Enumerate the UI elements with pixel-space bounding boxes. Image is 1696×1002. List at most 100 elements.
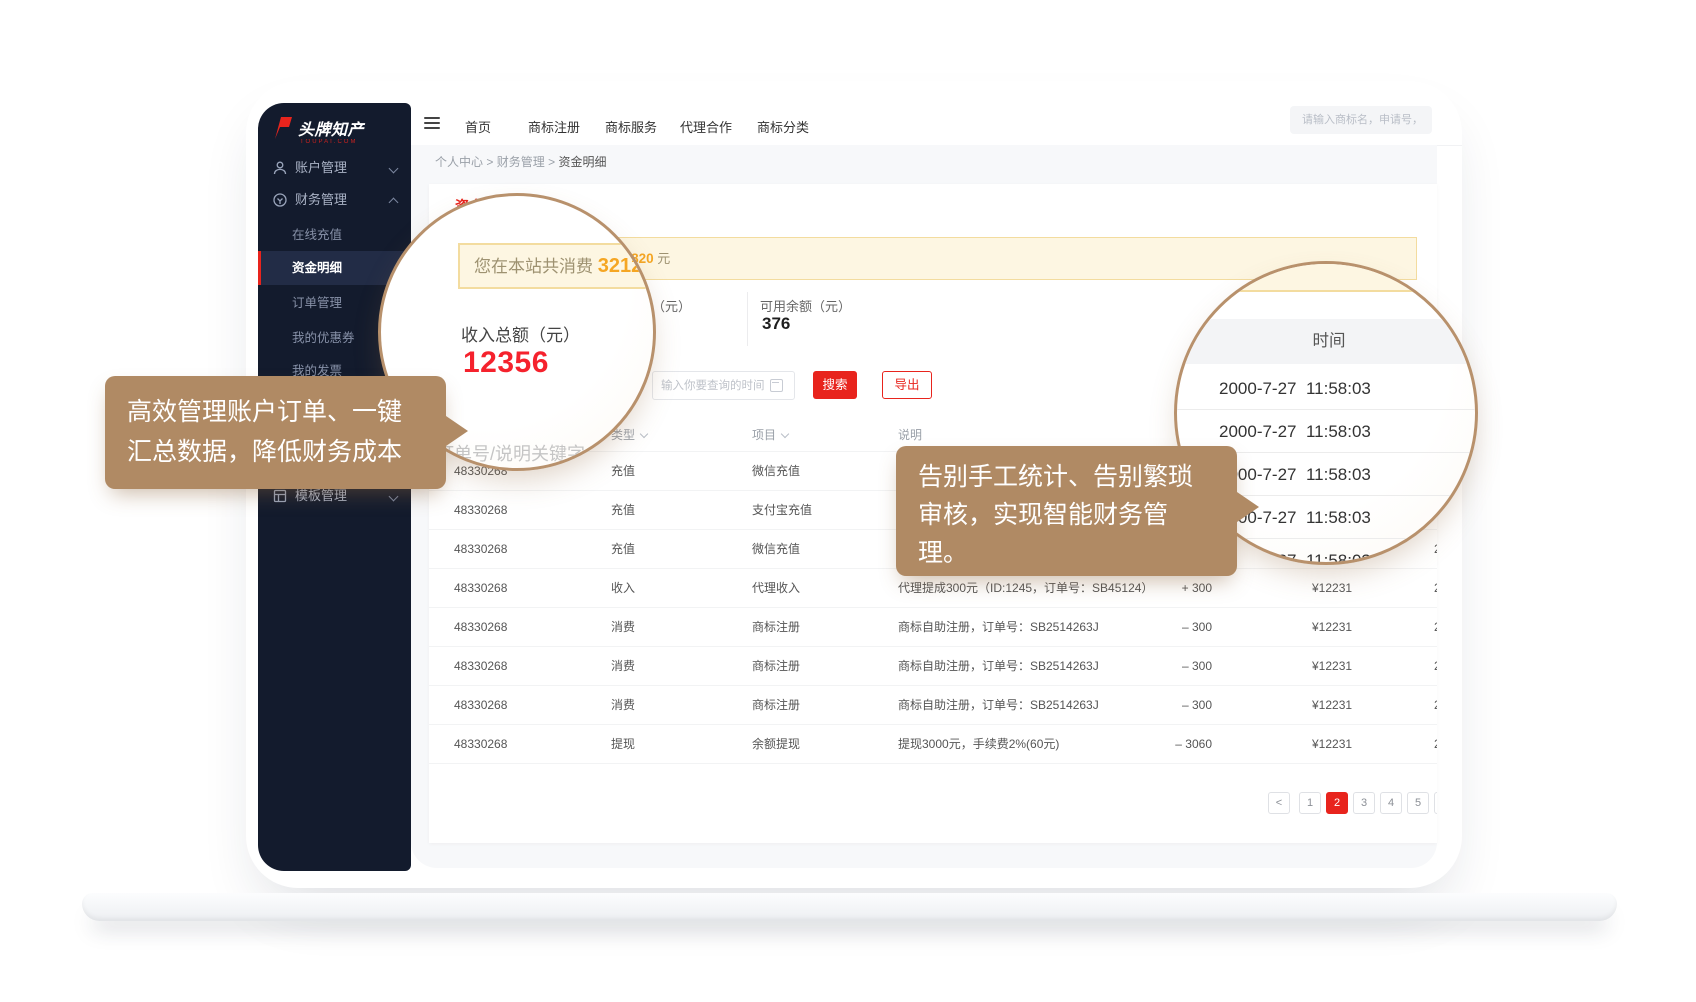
callout-left-line: 高效管理账户订单、一键 xyxy=(127,392,446,432)
available-balance-value: 376 xyxy=(762,314,790,334)
cell-type: 消费 xyxy=(611,686,635,725)
table-row: 48330268 消费 商标注册 商标自助注册，订单号：SB2514263J –… xyxy=(429,685,1437,725)
cell-desc: 商标自助注册，订单号：SB2514263J xyxy=(898,686,1099,725)
cell-type: 消费 xyxy=(611,608,635,647)
breadcrumb-personal-center[interactable]: 个人中心 xyxy=(435,155,483,169)
sidebar-item-account[interactable]: 账户管理 xyxy=(258,151,411,185)
stats-divider xyxy=(747,292,748,346)
table-row: 48330268 消费 商标注册 商标自助注册，订单号：SB2514263J –… xyxy=(429,646,1437,686)
header-project[interactable]: 项目 xyxy=(752,420,788,450)
table-bottom-line xyxy=(429,763,1437,764)
cell-balance: ¥12231 xyxy=(1312,647,1352,686)
callout-right-line: 审核，实现智能财务管 xyxy=(918,496,1237,534)
cell-desc: 商标自助注册，订单号：SB2514263J xyxy=(898,647,1099,686)
chevron-down-icon xyxy=(389,492,399,502)
cell-amount: – 300 xyxy=(1079,686,1212,725)
breadcrumb-finance[interactable]: 财务管理 xyxy=(497,155,545,169)
lens-banner-amount: 32124 xyxy=(598,255,654,277)
cell-order-no: 48330268 xyxy=(454,647,507,686)
pagination-prev-button[interactable]: < xyxy=(1268,792,1290,814)
cell-type: 充值 xyxy=(611,530,635,569)
cell-balance: ¥12231 xyxy=(1312,608,1352,647)
cell-project: 代理收入 xyxy=(752,569,800,608)
pagination-page-clipped[interactable] xyxy=(1434,792,1437,814)
laptop-base xyxy=(82,893,1617,921)
callout-left-line: 汇总数据，降低财务成本 xyxy=(127,432,446,472)
cell-balance: ¥12231 xyxy=(1312,569,1352,608)
nav-item-trademark-category[interactable]: 商标分类 xyxy=(757,117,809,136)
lens-banner: 您在本站共消费 32124 xyxy=(458,243,656,289)
callout-arrow-right-icon xyxy=(1237,492,1259,522)
cell-type: 消费 xyxy=(611,647,635,686)
breadcrumb-separator: > xyxy=(486,155,493,169)
breadcrumb-separator: > xyxy=(548,155,555,169)
pagination-page-2-active[interactable]: 2 xyxy=(1326,792,1348,814)
menu-hamburger-icon[interactable] xyxy=(424,117,440,132)
cell-amount: – 300 xyxy=(1079,608,1212,647)
breadcrumb-fund-details: 资金明细 xyxy=(558,155,606,169)
nav-item-trademark-service[interactable]: 商标服务 xyxy=(605,117,657,136)
export-button[interactable]: 导出 xyxy=(882,371,932,399)
nav-item-agent-cooperation[interactable]: 代理合作 xyxy=(680,117,732,136)
template-icon xyxy=(272,488,288,504)
callout-right-line: 告别手工统计、告别繁琐 xyxy=(918,458,1237,496)
cell-project: 商标注册 xyxy=(752,686,800,725)
cell-order-no: 48330268 xyxy=(454,530,507,569)
lens-income-label: 收入总额（元） xyxy=(461,321,580,346)
callout-left: 高效管理账户订单、一键 汇总数据，降低财务成本 xyxy=(105,376,446,489)
callout-right-line: 理。 xyxy=(918,534,1237,572)
cell-time: 2000-7-27 11:58:03 xyxy=(1434,569,1437,608)
brand-logo-title: 头牌知产 xyxy=(298,116,364,140)
header-search-input[interactable] xyxy=(1290,106,1432,134)
cell-time: 2000-7-27 11:58:03 xyxy=(1434,686,1437,725)
nav-item-trademark-register[interactable]: 商标注册 xyxy=(528,117,580,136)
pagination-page-5[interactable]: 5 xyxy=(1407,792,1429,814)
sidebar-item-finance[interactable]: 财务管理 xyxy=(258,183,411,217)
cell-project: 余额提现 xyxy=(752,725,800,764)
search-button[interactable]: 搜索 xyxy=(813,371,857,399)
pagination-page-3[interactable]: 3 xyxy=(1353,792,1375,814)
user-icon xyxy=(272,160,288,176)
cell-time: 2000-7-27 11:58:03 xyxy=(1434,647,1437,686)
cell-amount: – 300 xyxy=(1079,647,1212,686)
pagination-page-1[interactable]: 1 xyxy=(1299,792,1321,814)
table-row: 48330268 消费 商标注册 商标自助注册，订单号：SB2514263J –… xyxy=(429,607,1437,647)
cell-type: 充值 xyxy=(611,452,635,491)
cell-type: 提现 xyxy=(611,725,635,764)
nav-item-home[interactable]: 首页 xyxy=(465,117,491,136)
cell-time: 2000-7-27 11:58:03 xyxy=(1434,725,1437,764)
table-row: 48330268 提现 余额提现 提现3000元，手续费2%(60元) – 30… xyxy=(429,724,1437,764)
lens-income-value: 12356 xyxy=(463,346,549,380)
sidebar-item-online-recharge[interactable]: 在线充值 xyxy=(258,218,411,252)
cell-desc: 提现3000元，手续费2%(60元) xyxy=(898,725,1059,764)
lens-banner-text: 您在本站共消费 32124 xyxy=(474,245,653,288)
cell-type: 充值 xyxy=(611,491,635,530)
cell-project: 支付宝充值 xyxy=(752,491,812,530)
cell-balance: ¥12231 xyxy=(1312,686,1352,725)
lens-time-cell: 2000-7-27 11:58:03 xyxy=(1177,367,1478,410)
lens-time-header: 时间 xyxy=(1177,319,1478,364)
cell-balance: ¥12231 xyxy=(1312,725,1352,764)
chevron-up-icon xyxy=(389,198,399,208)
calendar-icon[interactable] xyxy=(770,379,783,392)
cell-amount: – 3060 xyxy=(1079,725,1212,764)
chevron-down-icon xyxy=(389,164,399,174)
available-balance-label: 可用余额（元） xyxy=(760,296,851,315)
cell-order-no: 48330268 xyxy=(454,569,507,608)
cell-desc: 商标自助注册，订单号：SB2514263J xyxy=(898,608,1099,647)
callout-right: 告别手工统计、告别繁琐 审核，实现智能财务管 理。 xyxy=(896,446,1237,576)
cell-order-no: 48330268 xyxy=(454,491,507,530)
cell-order-no: 48330268 xyxy=(454,725,507,764)
lens-banner-edge xyxy=(1177,264,1478,292)
callout-arrow-right-icon xyxy=(446,416,468,446)
cell-project: 商标注册 xyxy=(752,608,800,647)
cell-time: 2000-7-27 11:58:03 xyxy=(1434,608,1437,647)
date-filter-wrap xyxy=(652,371,795,400)
cell-order-no: 48330268 xyxy=(454,608,507,647)
cell-order-no: 48330268 xyxy=(454,686,507,725)
cell-project: 微信充值 xyxy=(752,452,800,491)
pagination-page-4[interactable]: 4 xyxy=(1380,792,1402,814)
marketing-screenshot: 首页 商标注册 商标服务 代理合作 商标分类 头牌知产 TOUPAI.COM 账… xyxy=(0,0,1696,1002)
brand-logo-icon xyxy=(272,115,294,141)
cell-project: 微信充值 xyxy=(752,530,800,569)
